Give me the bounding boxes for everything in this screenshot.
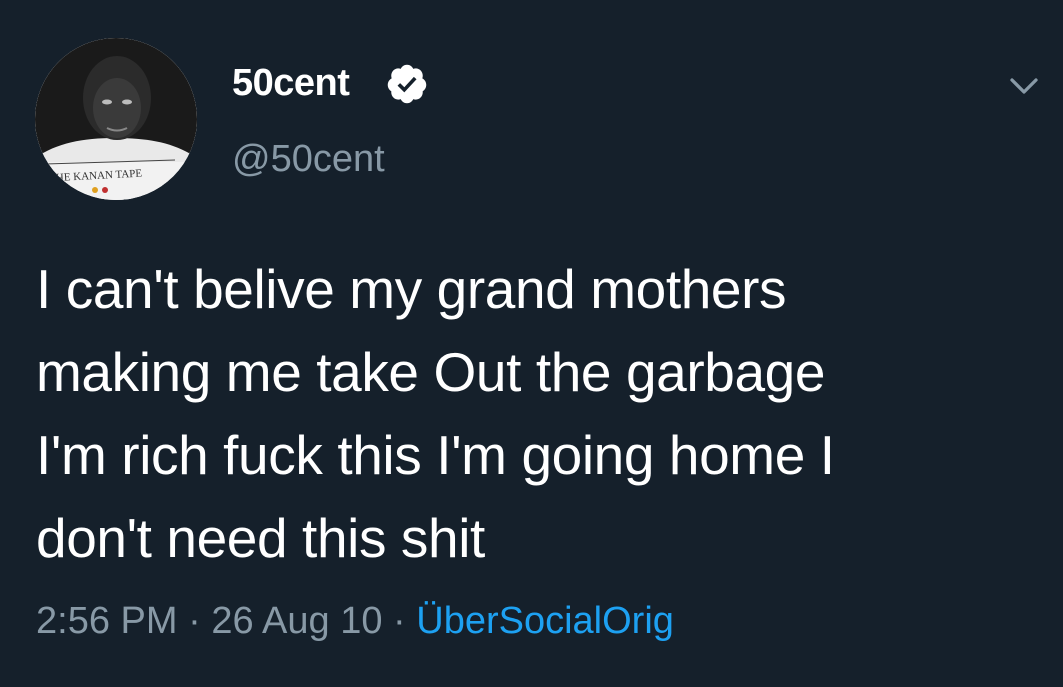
tweet-date[interactable]: 26 Aug 10 <box>211 600 382 642</box>
tweet-card: THE KANAN TAPE 50cent @50cent I can't be… <box>0 0 1063 687</box>
tweet-text: I can't belive my grand mothers making m… <box>36 258 835 569</box>
avatar-image: THE KANAN TAPE <box>35 38 197 200</box>
tweet-source-link[interactable]: ÜberSocialOrig <box>416 600 674 642</box>
chevron-down-icon[interactable] <box>1006 68 1042 104</box>
user-handle[interactable]: @50cent <box>232 136 385 182</box>
meta-separator: · <box>188 600 201 642</box>
tweet-time[interactable]: 2:56 PM <box>36 600 178 642</box>
meta-separator: · <box>393 600 406 642</box>
tweet-metadata: 2:56 PM · 26 Aug 10 · ÜberSocialOrig <box>36 598 674 644</box>
verified-badge-icon <box>387 64 427 104</box>
avatar[interactable]: THE KANAN TAPE <box>35 38 197 200</box>
display-name[interactable]: 50cent <box>232 60 350 106</box>
